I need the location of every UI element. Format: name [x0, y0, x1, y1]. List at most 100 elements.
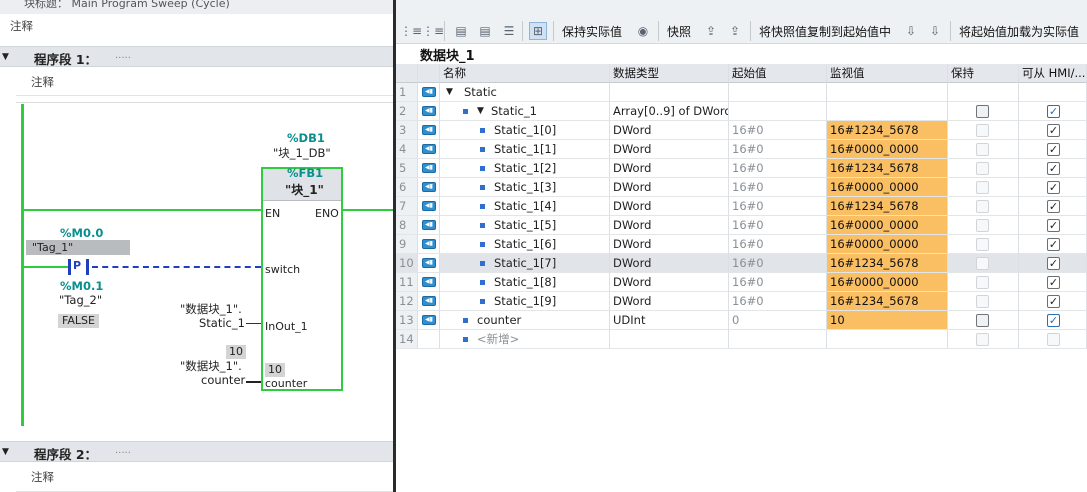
contact1-operand[interactable]: "Tag_1": [26, 240, 130, 255]
copy-snapshot-icon[interactable]: ⇪: [702, 22, 720, 40]
retain-checkbox[interactable]: [976, 314, 989, 327]
start-value-cell[interactable]: 16#0: [729, 178, 827, 197]
name-cell[interactable]: Static_1[5]: [440, 216, 610, 235]
network-1-name[interactable]: .....: [115, 50, 131, 61]
table-row[interactable]: 9 ◀▮ Static_1[6] DWord 16#0 16#0000_0000 ✓: [396, 235, 1087, 254]
header-retain[interactable]: 保持: [948, 64, 1019, 83]
start-value-cell[interactable]: [729, 102, 827, 121]
start-value-cell[interactable]: 16#0: [729, 292, 827, 311]
datatype-cell[interactable]: DWord: [610, 273, 729, 292]
hmi-checkbox[interactable]: ✓: [1047, 314, 1060, 327]
name-cell[interactable]: Static_1[0]: [440, 121, 610, 140]
table-row[interactable]: 7 ◀▮ Static_1[4] DWord 16#0 16#1234_5678 ✓: [396, 197, 1087, 216]
name-cell[interactable]: Static_1[7]: [440, 254, 610, 273]
keep-actual-values-button[interactable]: 保持实际值: [562, 23, 622, 40]
load-start-icon[interactable]: ⇩: [902, 22, 920, 40]
hmi-checkbox[interactable]: ✓: [1047, 276, 1060, 289]
hmi-checkbox[interactable]: ✓: [1047, 105, 1060, 118]
copy-snapshot-to-start-button[interactable]: 将快照值复制到起始值中: [759, 23, 891, 40]
header-datatype[interactable]: 数据类型: [610, 64, 729, 83]
table-row[interactable]: 2 ◀▮ ▼ Static_1 Array[0..9] of DWord ✓: [396, 102, 1087, 121]
table-row[interactable]: 13 ◀▮ counter UDInt 0 10 ✓: [396, 311, 1087, 330]
name-cell[interactable]: <新增>: [440, 330, 610, 349]
start-value-cell[interactable]: 16#0: [729, 159, 827, 178]
datatype-cell[interactable]: DWord: [610, 140, 729, 159]
snapshot-button[interactable]: 快照: [667, 23, 691, 40]
collapse-all-icon[interactable]: ▤: [476, 22, 494, 40]
block-comment[interactable]: 注释: [10, 18, 33, 34]
inout-param-line2[interactable]: Static_1: [199, 316, 245, 330]
inout-param-line1[interactable]: "数据块_1".: [180, 301, 242, 317]
add-row-icon[interactable]: ⋮≡: [422, 22, 444, 40]
p-edge-contact[interactable]: P: [73, 259, 81, 272]
table-row[interactable]: 11 ◀▮ Static_1[8] DWord 16#0 16#0000_0000 ✓: [396, 273, 1087, 292]
instance-db-name[interactable]: "块_1_DB": [273, 145, 331, 161]
header-monitor-value[interactable]: 监视值: [827, 64, 948, 83]
start-value-cell[interactable]: [729, 330, 827, 349]
datatype-cell[interactable]: DWord: [610, 235, 729, 254]
load-start-as-actual-button[interactable]: 将起始值加载为实际值: [959, 23, 1079, 40]
datatype-cell[interactable]: UDInt: [610, 311, 729, 330]
collapse-triangle-icon[interactable]: ▼: [2, 52, 9, 62]
table-row[interactable]: 14 <新增>: [396, 330, 1087, 349]
network-2-name[interactable]: .....: [115, 445, 131, 456]
monitor-all-icon[interactable]: ⊞: [529, 22, 547, 40]
start-value-cell[interactable]: [729, 83, 827, 102]
fb-call-box[interactable]: %FB1 "块_1" EN ENO switch InOut_1 10 coun…: [261, 166, 343, 391]
start-value-cell[interactable]: 16#0: [729, 121, 827, 140]
name-cell[interactable]: Static_1[6]: [440, 235, 610, 254]
name-cell[interactable]: Static_1[2]: [440, 159, 610, 178]
hmi-checkbox[interactable]: ✓: [1047, 219, 1060, 232]
start-value-cell[interactable]: 0: [729, 311, 827, 330]
table-row[interactable]: 12 ◀▮ Static_1[9] DWord 16#0 16#1234_5678 ✓: [396, 292, 1087, 311]
datatype-cell[interactable]: Array[0..9] of DWord: [610, 102, 729, 121]
start-value-cell[interactable]: 16#0: [729, 216, 827, 235]
expand-all-icon[interactable]: ▤: [452, 22, 470, 40]
table-row[interactable]: 1 ◀▮ ▼ Static: [396, 83, 1087, 102]
hmi-checkbox[interactable]: ✓: [1047, 200, 1060, 213]
start-value-cell[interactable]: 16#0: [729, 273, 827, 292]
datatype-cell[interactable]: DWord: [610, 292, 729, 311]
name-cell[interactable]: ▼ Static_1: [440, 102, 610, 121]
name-cell[interactable]: Static_1[1]: [440, 140, 610, 159]
datatype-cell[interactable]: DWord: [610, 178, 729, 197]
start-value-cell[interactable]: 16#0: [729, 140, 827, 159]
network-2-header[interactable]: ▼ 程序段 2： .....: [0, 441, 393, 462]
name-cell[interactable]: Static_1[9]: [440, 292, 610, 311]
name-cell[interactable]: Static_1[4]: [440, 197, 610, 216]
expand-triangle-icon[interactable]: ▼: [446, 83, 453, 101]
header-hmi[interactable]: 可从 HMI/...: [1019, 64, 1087, 83]
expand-triangle-icon[interactable]: ▼: [477, 102, 484, 120]
insert-row-icon[interactable]: ⋮≡: [400, 22, 422, 40]
hmi-checkbox[interactable]: ✓: [1047, 238, 1060, 251]
header-name[interactable]: 名称: [440, 64, 610, 83]
contact2-operand[interactable]: "Tag_2": [59, 293, 102, 307]
counter-param-line1[interactable]: "数据块_1".: [180, 358, 242, 374]
network-1-header[interactable]: ▼ 程序段 1： .....: [0, 46, 393, 67]
hmi-checkbox[interactable]: ✓: [1047, 181, 1060, 194]
datatype-cell[interactable]: DWord: [610, 216, 729, 235]
hmi-checkbox[interactable]: ✓: [1047, 295, 1060, 308]
retain-checkbox[interactable]: [976, 105, 989, 118]
table-row[interactable]: 3 ◀▮ Static_1[0] DWord 16#0 16#1234_5678 ✓: [396, 121, 1087, 140]
list-view-icon[interactable]: ☰: [500, 22, 518, 40]
name-cell[interactable]: ▼ Static: [440, 83, 610, 102]
counter-param-line2[interactable]: counter: [201, 373, 245, 387]
start-value-cell[interactable]: 16#0: [729, 235, 827, 254]
snapshot-db-icon[interactable]: ◉: [634, 22, 652, 40]
datatype-cell[interactable]: DWord: [610, 121, 729, 140]
load-start-icon-2[interactable]: ⇩: [926, 22, 944, 40]
hmi-checkbox[interactable]: ✓: [1047, 257, 1060, 270]
network-2-comment-box[interactable]: 注释: [16, 463, 393, 492]
table-row[interactable]: 5 ◀▮ Static_1[2] DWord 16#0 16#1234_5678 ✓: [396, 159, 1087, 178]
start-value-cell[interactable]: 16#0: [729, 197, 827, 216]
datatype-cell[interactable]: DWord: [610, 197, 729, 216]
hmi-checkbox[interactable]: ✓: [1047, 124, 1060, 137]
network-1-comment-box[interactable]: 注释: [16, 68, 393, 96]
datatype-cell[interactable]: [610, 330, 729, 349]
table-row[interactable]: 8 ◀▮ Static_1[5] DWord 16#0 16#0000_0000 ✓: [396, 216, 1087, 235]
name-cell[interactable]: counter: [440, 311, 610, 330]
hmi-checkbox[interactable]: ✓: [1047, 143, 1060, 156]
copy-snapshot-icon-2[interactable]: ⇪: [726, 22, 744, 40]
collapse-triangle-icon[interactable]: ▼: [2, 447, 9, 457]
